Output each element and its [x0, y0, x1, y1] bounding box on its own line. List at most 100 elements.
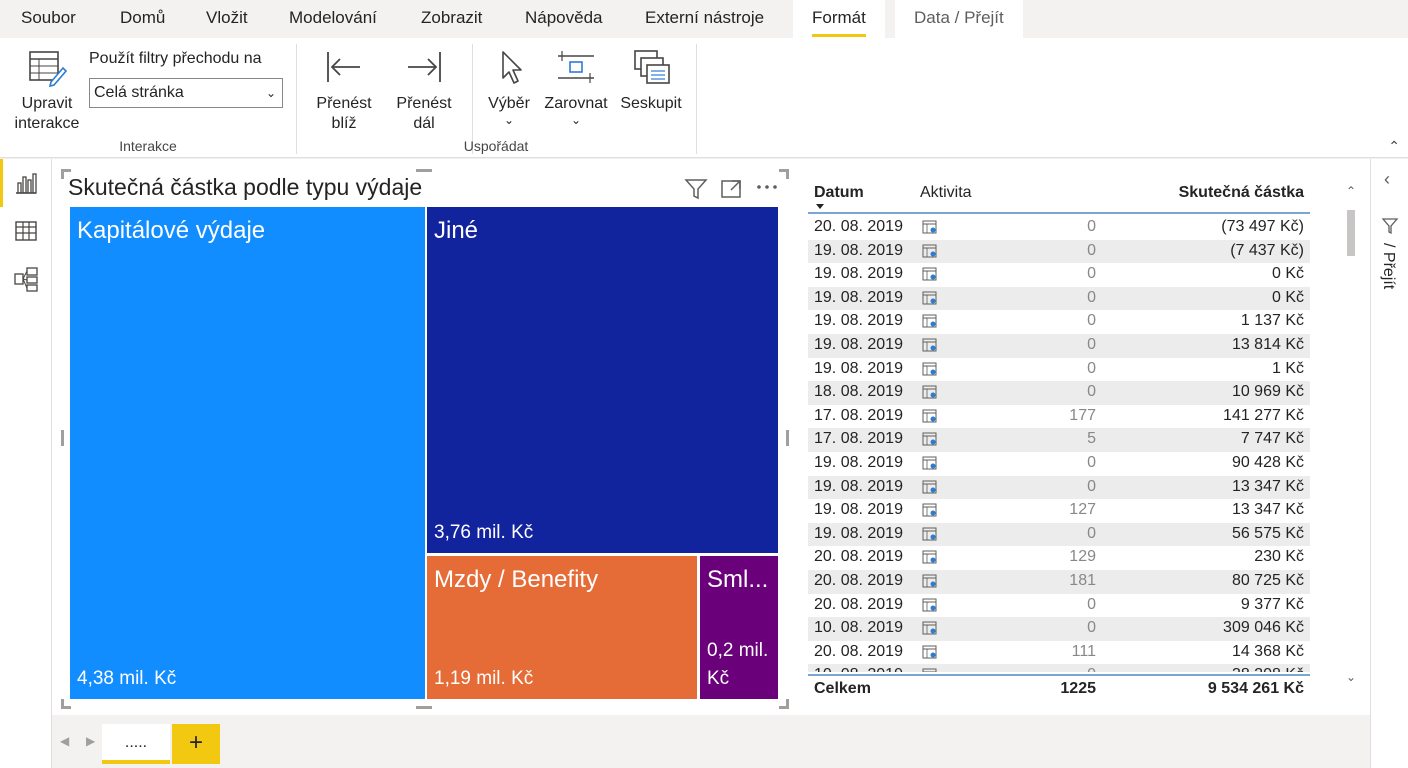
- selection-handle[interactable]: [61, 430, 64, 446]
- bring-forward-button[interactable]: Přenést blíž: [310, 48, 378, 134]
- column-header-amount[interactable]: Skutečná částka: [1179, 184, 1304, 202]
- table-row[interactable]: 19. 08. 2019 0 1 137 Kč: [808, 310, 1310, 334]
- scroll-up-icon[interactable]: ⌃: [1346, 184, 1356, 198]
- drillthrough-icon[interactable]: [922, 385, 938, 404]
- table-row[interactable]: 17. 08. 2019 5 7 747 Kč: [808, 428, 1310, 452]
- drillthrough-icon[interactable]: [922, 432, 938, 451]
- table-row[interactable]: 20. 08. 2019 0 (73 497 Kč): [808, 216, 1310, 240]
- menu-home[interactable]: Domů: [120, 0, 165, 38]
- treemap-tile-capital[interactable]: Kapitálové výdaje 4,38 mil. Kč: [70, 207, 425, 699]
- menu-help[interactable]: Nápověda: [525, 0, 603, 38]
- column-header-activity[interactable]: Aktivita: [920, 184, 972, 202]
- drillthrough-icon[interactable]: [922, 220, 938, 239]
- drillthrough-icon[interactable]: [922, 362, 938, 381]
- chevron-right-icon[interactable]: ▶: [86, 734, 95, 748]
- focus-mode-icon[interactable]: [720, 178, 744, 205]
- selection-handle[interactable]: [786, 430, 789, 446]
- table-row[interactable]: 19. 08. 2019 0 0 Kč: [808, 263, 1310, 287]
- treemap-tile-salaries[interactable]: Mzdy / Benefity 1,19 mil. Kč: [427, 556, 697, 699]
- table-row[interactable]: 17. 08. 2019 177 141 277 Kč: [808, 405, 1310, 429]
- table-row[interactable]: 19. 08. 2019 0 56 575 Kč: [808, 522, 1310, 547]
- table-scrollbar[interactable]: ⌃ ⌄: [1344, 180, 1358, 688]
- table-row[interactable]: 19. 08. 2019 0 0 Kč: [808, 286, 1310, 311]
- selection-handle[interactable]: [779, 699, 789, 709]
- drillthrough-icon[interactable]: [922, 291, 938, 310]
- pane-label[interactable]: / Přejít: [1379, 243, 1397, 289]
- drillthrough-icon[interactable]: [922, 338, 938, 357]
- drillthrough-icon[interactable]: [922, 480, 938, 499]
- treemap-tile-contracts[interactable]: Sml... 0,2 mil. Kč: [700, 556, 778, 699]
- drillthrough-icon[interactable]: [922, 598, 938, 617]
- chevron-left-icon[interactable]: ‹: [1384, 169, 1390, 190]
- menu-data-drill[interactable]: Data / Přejít: [895, 0, 1023, 38]
- scroll-down-icon[interactable]: ⌄: [1346, 670, 1356, 684]
- table-row[interactable]: 18. 08. 2019 0 10 969 Kč: [808, 381, 1310, 405]
- scrollbar-thumb[interactable]: [1347, 210, 1355, 256]
- cell-amount: 0 Kč: [1271, 265, 1304, 283]
- menu-external-tools[interactable]: Externí nástroje: [645, 0, 764, 38]
- data-view-icon[interactable]: [12, 217, 40, 245]
- drillthrough-icon[interactable]: [922, 503, 938, 522]
- page-tab[interactable]: .....: [102, 724, 170, 764]
- table-row[interactable]: 20. 08. 2019 111 14 368 Kč: [808, 641, 1310, 665]
- table-row[interactable]: 19. 08. 2019 0 (7 437 Kč): [808, 239, 1310, 264]
- cell-date: 10. 08. 2019: [814, 666, 903, 672]
- drill-filter-dropdown[interactable]: Celá stránka ⌄: [89, 78, 283, 108]
- selection-button[interactable]: Výběr ⌄: [482, 48, 536, 126]
- collapse-ribbon-icon[interactable]: ⌃: [1388, 138, 1400, 155]
- table-row[interactable]: 20. 08. 2019 181 80 725 Kč: [808, 569, 1310, 594]
- cell-activity: 0: [1087, 619, 1096, 637]
- drillthrough-icon[interactable]: [922, 574, 938, 593]
- drillthrough-icon[interactable]: [922, 621, 938, 640]
- filter-icon[interactable]: [684, 178, 708, 205]
- table-row[interactable]: 20. 08. 2019 0 9 377 Kč: [808, 594, 1310, 618]
- model-view-icon[interactable]: [12, 265, 40, 293]
- drillthrough-icon[interactable]: [922, 314, 938, 333]
- edit-interactions-button[interactable]: Upravit interakce: [10, 48, 84, 134]
- group-label-interactions: Interakce: [119, 138, 177, 154]
- send-backward-button[interactable]: Přenést dál: [390, 48, 458, 134]
- table-row[interactable]: 20. 08. 2019 129 230 Kč: [808, 546, 1310, 570]
- drillthrough-icon[interactable]: [922, 527, 938, 546]
- selection-handle[interactable]: [416, 706, 432, 709]
- selection-handle[interactable]: [416, 169, 432, 172]
- cell-activity: 0: [1087, 312, 1096, 330]
- selection-handle[interactable]: [779, 169, 789, 179]
- cell-date: 19. 08. 2019: [814, 335, 903, 353]
- drillthrough-icon[interactable]: [922, 645, 938, 664]
- table-row[interactable]: 19. 08. 2019 0 90 428 Kč: [808, 452, 1310, 476]
- drillthrough-icon[interactable]: [922, 550, 938, 569]
- table-row[interactable]: 19. 08. 2019 0 1 Kč: [808, 358, 1310, 382]
- drillthrough-icon[interactable]: [922, 267, 938, 286]
- table-row[interactable]: 10. 08. 2019 0 309 046 Kč: [808, 617, 1310, 641]
- align-button[interactable]: Zarovnat ⌄: [540, 48, 612, 126]
- table-row[interactable]: 19. 08. 2019 127 13 347 Kč: [808, 499, 1310, 523]
- selection-handle[interactable]: [61, 699, 71, 709]
- group-button[interactable]: Seskupit: [616, 48, 686, 114]
- chevron-left-icon[interactable]: ◀: [60, 734, 69, 748]
- menu-file[interactable]: Soubor: [21, 0, 76, 38]
- drillthrough-icon[interactable]: [922, 668, 938, 672]
- menu-modeling[interactable]: Modelování: [289, 0, 377, 38]
- page-tab-label: .....: [124, 734, 148, 751]
- menu-format[interactable]: Formát: [793, 0, 885, 38]
- more-options-icon[interactable]: [756, 180, 778, 198]
- filter-pane-icon[interactable]: [1381, 217, 1399, 240]
- drillthrough-icon[interactable]: [922, 409, 938, 428]
- drillthrough-icon[interactable]: [922, 456, 938, 475]
- cell-activity: 0: [1087, 524, 1096, 542]
- drillthrough-icon[interactable]: [922, 244, 938, 263]
- report-view-icon[interactable]: [12, 169, 40, 197]
- group-label-arrange: Uspořádat: [463, 138, 529, 154]
- menu-bar: Soubor Domů Vložit Modelování Zobrazit N…: [0, 0, 1408, 38]
- table-row[interactable]: 10. 08. 2019 0 38 208 Kč: [808, 664, 1310, 672]
- menu-view[interactable]: Zobrazit: [421, 0, 482, 38]
- cell-amount: 0 Kč: [1271, 288, 1304, 306]
- add-page-button[interactable]: +: [172, 724, 220, 764]
- menu-insert[interactable]: Vložit: [206, 0, 248, 38]
- column-header-date[interactable]: Datum: [814, 184, 864, 202]
- table-row[interactable]: 19. 08. 2019 0 13 814 Kč: [808, 333, 1310, 358]
- table-row[interactable]: 19. 08. 2019 0 13 347 Kč: [808, 475, 1310, 500]
- treemap-tile-other[interactable]: Jiné 3,76 mil. Kč: [427, 207, 778, 553]
- cell-amount: 14 368 Kč: [1231, 642, 1304, 660]
